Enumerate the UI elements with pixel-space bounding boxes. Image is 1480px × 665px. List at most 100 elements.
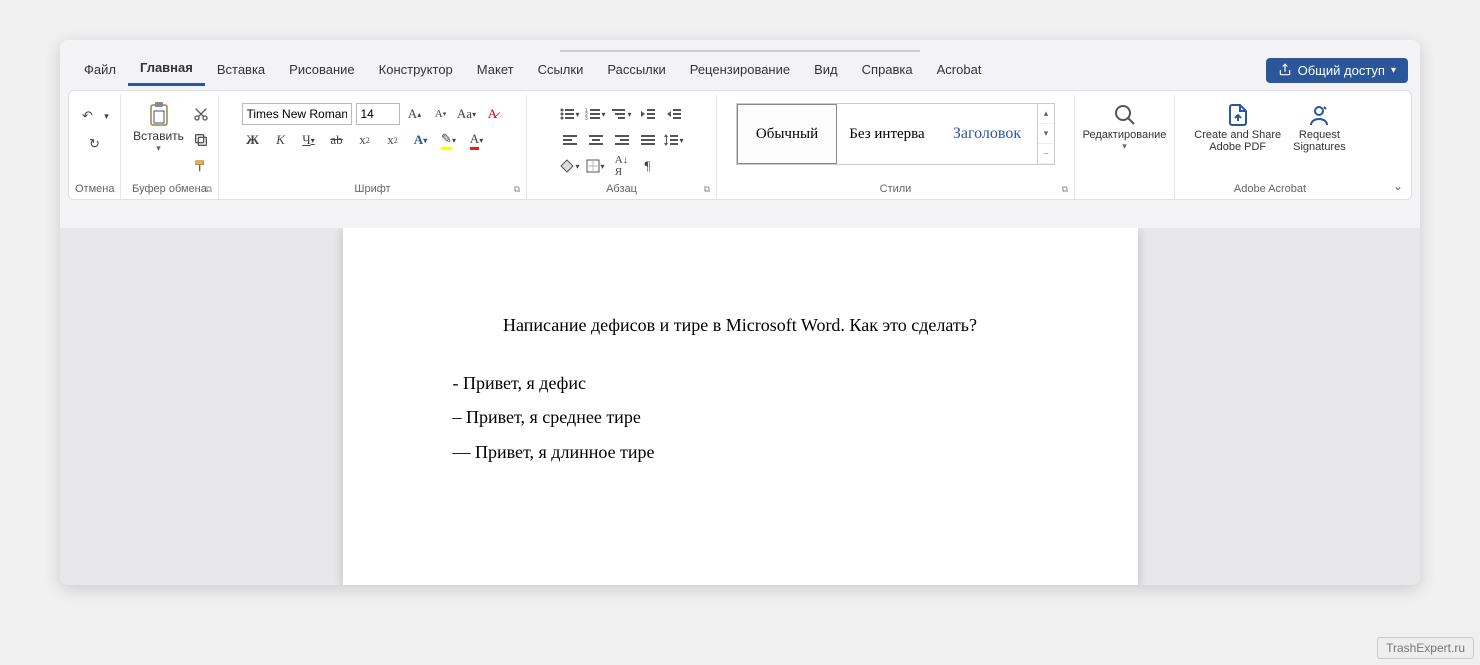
editing-label: Редактирование: [1083, 129, 1167, 141]
tab-design[interactable]: Конструктор: [367, 56, 465, 85]
bullets-button[interactable]: ▾: [559, 103, 581, 125]
group-label-paragraph: Абзац⧉: [533, 181, 710, 197]
share-label: Общий доступ: [1298, 63, 1385, 78]
align-right-button[interactable]: [611, 129, 633, 151]
format-painter-button[interactable]: [190, 155, 212, 177]
ribbon-tabs: Файл Главная Вставка Рисование Конструкт…: [60, 40, 1420, 86]
tab-insert[interactable]: Вставка: [205, 56, 277, 85]
tab-draw[interactable]: Рисование: [277, 56, 366, 85]
chevron-down-icon: ▾: [156, 143, 161, 154]
group-label-acrobat: Adobe Acrobat: [1181, 181, 1359, 197]
tab-acrobat[interactable]: Acrobat: [925, 56, 994, 85]
tab-layout[interactable]: Макет: [465, 56, 526, 85]
tab-file[interactable]: Файл: [72, 56, 128, 85]
align-center-button[interactable]: [585, 129, 607, 151]
change-case-button[interactable]: Aa▾: [456, 103, 478, 125]
cut-button[interactable]: [190, 103, 212, 125]
font-name-select[interactable]: [242, 103, 352, 125]
tab-references[interactable]: Ссылки: [526, 56, 596, 85]
create-pdf-button[interactable]: Create and ShareAdobe PDF: [1188, 99, 1287, 155]
numbering-button[interactable]: 123▾: [585, 103, 607, 125]
document-page[interactable]: Написание дефисов и тире в Microsoft Wor…: [343, 228, 1138, 585]
word-window: Файл Главная Вставка Рисование Конструкт…: [60, 40, 1420, 585]
watermark: TrashExpert.ru: [1377, 637, 1474, 659]
style-normal[interactable]: Обычный: [737, 104, 837, 164]
font-size-select[interactable]: [356, 103, 400, 125]
superscript-button[interactable]: x2: [382, 129, 404, 151]
group-clipboard: Вставить ▾ Буфер обмена⧉: [121, 95, 219, 199]
borders-button[interactable]: ▾: [585, 155, 607, 177]
increase-indent-button[interactable]: [663, 103, 685, 125]
strikethrough-button[interactable]: ab: [326, 129, 348, 151]
doc-line-2: – Привет, я среднее тире: [453, 400, 1028, 434]
highlight-button[interactable]: ✎▾: [438, 129, 460, 151]
decrease-indent-button[interactable]: [637, 103, 659, 125]
styles-more[interactable]: ⎯: [1038, 144, 1054, 164]
styles-launcher[interactable]: ⧉: [1062, 184, 1068, 195]
paste-button[interactable]: Вставить ▾: [127, 99, 190, 156]
signature-icon: [1305, 101, 1333, 129]
group-acrobat: Create and ShareAdobe PDF RequestSignatu…: [1175, 95, 1365, 199]
tab-mailings[interactable]: Рассылки: [595, 56, 677, 85]
ribbon-collapse-button[interactable]: ⌄: [1393, 179, 1403, 193]
line-spacing-button[interactable]: ▾: [663, 129, 685, 151]
justify-button[interactable]: [637, 129, 659, 151]
tab-home[interactable]: Главная: [128, 54, 205, 86]
style-nospacing[interactable]: Без интерва: [837, 104, 937, 164]
doc-line-1: - Привет, я дефис: [453, 366, 1028, 400]
group-editing: Редактирование ▾: [1075, 95, 1175, 199]
paste-label: Вставить: [133, 129, 184, 143]
subscript-button[interactable]: x2: [354, 129, 376, 151]
tab-review[interactable]: Рецензирование: [678, 56, 802, 85]
clipboard-icon: [145, 101, 173, 129]
doc-title: Написание дефисов и тире в Microsoft Wor…: [453, 308, 1028, 342]
undo-button[interactable]: ↶: [77, 105, 99, 127]
editing-button[interactable]: Редактирование ▾: [1077, 99, 1173, 154]
document-canvas: Написание дефисов и тире в Microsoft Wor…: [60, 228, 1420, 585]
clipboard-launcher[interactable]: ⧉: [206, 184, 212, 195]
undo-dropdown[interactable]: ▾: [101, 105, 113, 127]
group-font: A▴ A▾ Aa▾ A̷ Ж К Ч▾ ab x2 x2 A▾ ✎▾ A▾ Шр: [219, 95, 527, 199]
group-label-undo: Отмена: [75, 181, 114, 197]
group-label-clipboard: Буфер обмена⧉: [127, 181, 212, 197]
share-icon: [1278, 63, 1292, 77]
grow-font-button[interactable]: A▴: [404, 103, 426, 125]
group-label-font: Шрифт⧉: [225, 181, 520, 197]
style-heading1[interactable]: Заголовок: [937, 104, 1037, 164]
text-effects-button[interactable]: A▾: [410, 129, 432, 151]
pdf-icon: [1224, 101, 1252, 129]
paragraph-launcher[interactable]: ⧉: [704, 184, 710, 195]
doc-line-3: — Привет, я длинное тире: [453, 435, 1028, 469]
redo-button[interactable]: ↻: [84, 133, 106, 155]
chevron-down-icon: ▾: [1122, 141, 1127, 152]
search-icon: [1111, 101, 1139, 129]
ribbon: ↶ ▾ ↻ Отмена Вставить ▾: [68, 90, 1412, 200]
request-signatures-button[interactable]: RequestSignatures: [1287, 99, 1352, 155]
show-marks-button[interactable]: ¶: [637, 155, 659, 177]
chevron-down-icon: ▾: [1391, 65, 1396, 76]
group-label-editing: [1081, 181, 1168, 197]
font-launcher[interactable]: ⧉: [514, 184, 520, 195]
underline-button[interactable]: Ч▾: [298, 129, 320, 151]
styles-up[interactable]: ▴: [1038, 104, 1054, 124]
styles-nav: ▴ ▾ ⎯: [1037, 104, 1054, 164]
sort-button[interactable]: A↓Я: [611, 155, 633, 177]
multilevel-button[interactable]: ▾: [611, 103, 633, 125]
styles-down[interactable]: ▾: [1038, 124, 1054, 144]
group-label-styles: Стили⧉: [723, 181, 1068, 197]
italic-button[interactable]: К: [270, 129, 292, 151]
tab-view[interactable]: Вид: [802, 56, 850, 85]
group-styles: Обычный Без интерва Заголовок ▴ ▾ ⎯ Стил…: [717, 95, 1075, 199]
font-color-button[interactable]: A▾: [466, 129, 488, 151]
titlebar-handle: [560, 50, 920, 52]
shrink-font-button[interactable]: A▾: [430, 103, 452, 125]
group-undo: ↶ ▾ ↻ Отмена: [69, 95, 121, 199]
svg-text:3: 3: [585, 116, 588, 121]
shading-button[interactable]: ▾: [559, 155, 581, 177]
bold-button[interactable]: Ж: [242, 129, 264, 151]
share-button[interactable]: Общий доступ ▾: [1266, 58, 1408, 83]
align-left-button[interactable]: [559, 129, 581, 151]
copy-button[interactable]: [190, 129, 212, 151]
tab-help[interactable]: Справка: [850, 56, 925, 85]
clear-formatting-button[interactable]: A̷: [482, 103, 504, 125]
